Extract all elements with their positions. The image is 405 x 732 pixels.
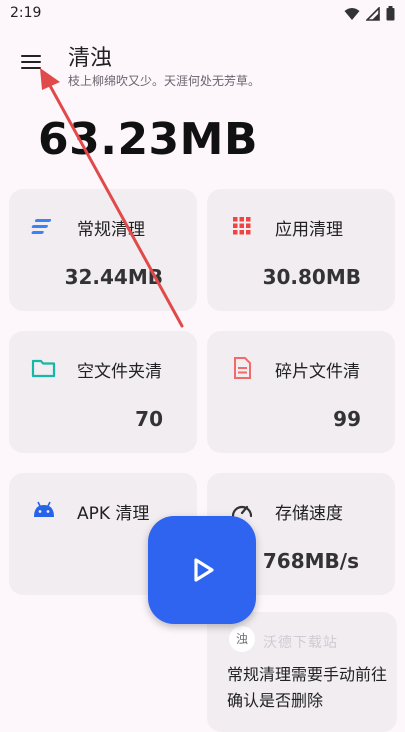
lines-icon xyxy=(31,219,52,234)
card-label: APK 清理 xyxy=(77,504,150,524)
total-size: 63.23MB xyxy=(38,114,258,165)
start-clean-button[interactable] xyxy=(148,516,256,624)
card-value: 32.44MB xyxy=(64,265,163,289)
grid-icon xyxy=(233,217,251,235)
status-bar: 2:19 xyxy=(0,0,405,28)
battery-icon xyxy=(386,6,395,21)
status-icons xyxy=(344,6,395,21)
tip-text: 常规清理需要手动前往确认是否删除 xyxy=(227,665,388,710)
wifi-icon xyxy=(344,7,360,20)
android-icon xyxy=(34,501,54,517)
card-label: 常规清理 xyxy=(77,220,145,240)
card-empty-folder-clean[interactable]: 空文件夹清 70 xyxy=(9,331,197,453)
app-title: 清浊 xyxy=(68,46,113,71)
menu-icon-bar xyxy=(21,61,41,64)
card-value: 99 xyxy=(333,407,361,431)
menu-button[interactable] xyxy=(16,48,48,78)
play-icon xyxy=(194,558,214,582)
status-time: 2:19 xyxy=(10,5,42,21)
signal-icon xyxy=(366,6,380,21)
folder-icon xyxy=(31,359,56,378)
card-label: 碎片文件清 xyxy=(275,362,360,382)
card-value: 768MB/s xyxy=(262,549,359,573)
tip-card: 浊 沃德下载站 常规清理需要手动前往确认是否删除 xyxy=(207,612,397,732)
tip-badge: 浊 xyxy=(229,626,255,652)
card-regular-clean[interactable]: 常规清理 32.44MB xyxy=(9,189,197,311)
card-value: 30.80MB xyxy=(262,265,361,289)
card-fragment-file-clean[interactable]: 碎片文件清 99 xyxy=(207,331,395,453)
card-label: 应用清理 xyxy=(275,220,343,240)
card-label: 空文件夹清 xyxy=(77,362,162,382)
watermark: 沃德下载站 xyxy=(263,635,338,651)
card-app-clean[interactable]: 应用清理 30.80MB xyxy=(207,189,395,311)
menu-icon-bar xyxy=(21,67,41,70)
card-label: 存储速度 xyxy=(275,504,343,524)
document-icon xyxy=(234,357,251,379)
menu-icon xyxy=(21,55,41,58)
app-subtitle: 枝上柳绵吹又少。天涯何处无芳草。 xyxy=(68,74,261,88)
card-value: 70 xyxy=(135,407,163,431)
